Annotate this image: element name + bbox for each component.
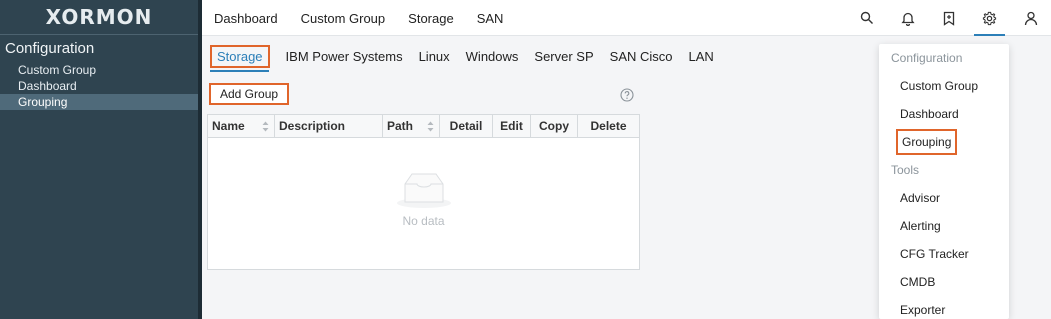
- user-icon[interactable]: [1010, 0, 1051, 36]
- search-icon[interactable]: [846, 0, 887, 36]
- logo-text: XORMON: [45, 5, 153, 29]
- dropdown-item-alerting[interactable]: Alerting: [879, 212, 1009, 240]
- tab-storage[interactable]: Storage: [210, 44, 270, 68]
- gear-icon[interactable]: [969, 0, 1010, 36]
- column-label: Name: [212, 119, 245, 133]
- sidebar-list: Custom Group Dashboard Grouping: [0, 62, 198, 110]
- dropdown-header-configuration: Configuration: [891, 51, 963, 65]
- column-label: Copy: [539, 119, 569, 133]
- sort-icon: [427, 121, 434, 132]
- dropdown-item-cfg-tracker[interactable]: CFG Tracker: [879, 240, 1009, 268]
- active-tab-indicator: [210, 70, 269, 72]
- add-group-button[interactable]: Add Group: [209, 83, 290, 105]
- dropdown-item-advisor[interactable]: Advisor: [879, 184, 1009, 212]
- dropdown-item-dashboard[interactable]: Dashboard: [879, 100, 1009, 128]
- column-label: Edit: [500, 119, 523, 133]
- dropdown-item-grouping[interactable]: Grouping: [896, 129, 958, 155]
- topnav-custom-group[interactable]: Custom Group: [301, 11, 386, 26]
- column-header-description: Description: [275, 115, 383, 137]
- column-label: Description: [279, 119, 346, 133]
- dropdown-item-cmdb[interactable]: CMDB: [879, 268, 1009, 296]
- empty-state: No data: [208, 139, 639, 269]
- topnav-san[interactable]: SAN: [477, 11, 504, 26]
- tab-linux[interactable]: Linux: [419, 49, 450, 64]
- bookmark-icon[interactable]: [928, 0, 969, 36]
- column-label: Detail: [449, 119, 483, 133]
- top-bar: Dashboard Custom Group Storage SAN: [202, 0, 1051, 36]
- column-label: Delete: [590, 119, 627, 133]
- empty-text: No data: [402, 214, 445, 228]
- topnav-dashboard[interactable]: Dashboard: [214, 11, 278, 26]
- table-header: Name Description Path Detail Edit Copy D…: [208, 115, 639, 138]
- dropdown-header-tools: Tools: [891, 163, 920, 177]
- dropdown-item-custom-group[interactable]: Custom Group: [879, 72, 1009, 100]
- tab-server-sp[interactable]: Server SP: [534, 49, 593, 64]
- bell-icon[interactable]: [887, 0, 928, 36]
- help-icon[interactable]: [620, 88, 634, 102]
- sort-icon: [262, 121, 269, 132]
- column-header-path[interactable]: Path: [383, 115, 440, 137]
- sidebar-item-custom-group[interactable]: Custom Group: [0, 62, 198, 78]
- column-header-name[interactable]: Name: [208, 115, 275, 137]
- groups-table: Name Description Path Detail Edit Copy D…: [207, 114, 640, 270]
- column-header-delete: Delete: [578, 115, 639, 137]
- sidebar: XORMON Configuration Custom Group Dashbo…: [0, 0, 198, 319]
- topnav-storage[interactable]: Storage: [408, 11, 454, 26]
- sidebar-title: Configuration: [5, 40, 95, 57]
- tab-lan[interactable]: LAN: [689, 49, 714, 64]
- sidebar-item-grouping[interactable]: Grouping: [0, 94, 198, 110]
- logo[interactable]: XORMON: [0, 0, 198, 35]
- dropdown-item-exporter[interactable]: Exporter: [879, 296, 1009, 319]
- column-header-copy: Copy: [531, 115, 578, 137]
- top-icons: [846, 0, 1051, 36]
- top-nav: Dashboard Custom Group Storage SAN: [214, 0, 526, 36]
- column-header-detail: Detail: [440, 115, 493, 137]
- sidebar-item-dashboard[interactable]: Dashboard: [0, 78, 198, 94]
- tab-windows[interactable]: Windows: [466, 49, 519, 64]
- tab-san-cisco[interactable]: SAN Cisco: [610, 49, 673, 64]
- settings-dropdown: Configuration Custom Group Dashboard Gro…: [879, 44, 1009, 319]
- column-label: Path: [387, 119, 414, 133]
- tab-ibm-power-systems[interactable]: IBM Power Systems: [286, 49, 403, 64]
- empty-inbox-icon: [396, 173, 451, 208]
- column-header-edit: Edit: [493, 115, 531, 137]
- sub-tabs: Storage IBM Power Systems Linux Windows …: [210, 44, 730, 68]
